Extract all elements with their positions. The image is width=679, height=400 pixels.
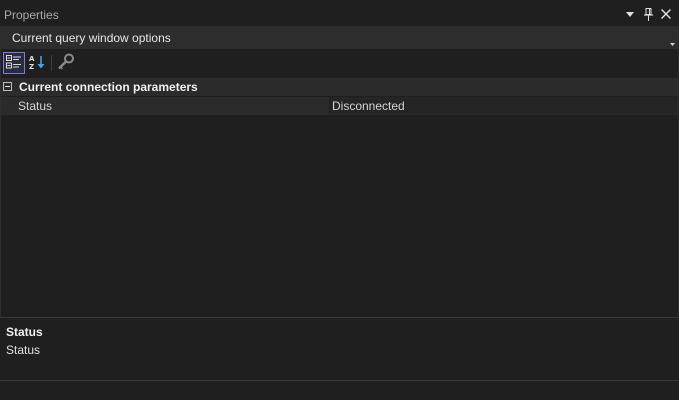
description-title: Status [6,325,43,339]
property-value-cell[interactable]: Disconnected [330,97,678,114]
dropdown-arrow-icon[interactable] [623,6,637,22]
panel-bottom-border [0,380,679,381]
properties-panel: Properties Current query window options … [0,0,679,400]
close-icon[interactable] [659,6,673,22]
svg-text:Z: Z [29,63,34,70]
chevron-down-icon[interactable] [670,35,675,49]
alphabetical-button[interactable]: A Z [26,52,48,74]
description-pane: Status Status [0,318,679,380]
categorized-icon [6,54,22,72]
collapse-icon[interactable] [3,82,12,91]
object-selector-dropdown[interactable]: Current query window options [1,26,678,49]
panel-title: Properties [4,8,59,22]
category-row[interactable]: Current connection parameters [1,78,678,96]
toolbar-separator [51,55,52,71]
title-bar-icons [623,6,673,22]
object-selector-value: Current query window options [12,31,171,45]
category-label: Current connection parameters [19,80,198,94]
property-value: Disconnected [332,99,405,113]
svg-text:A: A [29,55,35,63]
properties-toolbar: A Z [1,50,678,76]
title-bar: Properties [0,0,679,26]
alphabetical-icon: A Z [28,54,46,73]
categorized-button[interactable] [3,52,25,74]
property-name-cell[interactable]: Status [1,97,329,114]
pin-icon[interactable] [641,6,655,22]
property-row[interactable]: Status Disconnected [1,97,678,115]
property-grid: Current connection parameters Status Dis… [1,78,678,317]
property-name: Status [18,99,53,113]
description-text: Status [6,343,41,357]
property-pages-icon [57,53,75,74]
property-pages-button[interactable] [55,52,77,74]
